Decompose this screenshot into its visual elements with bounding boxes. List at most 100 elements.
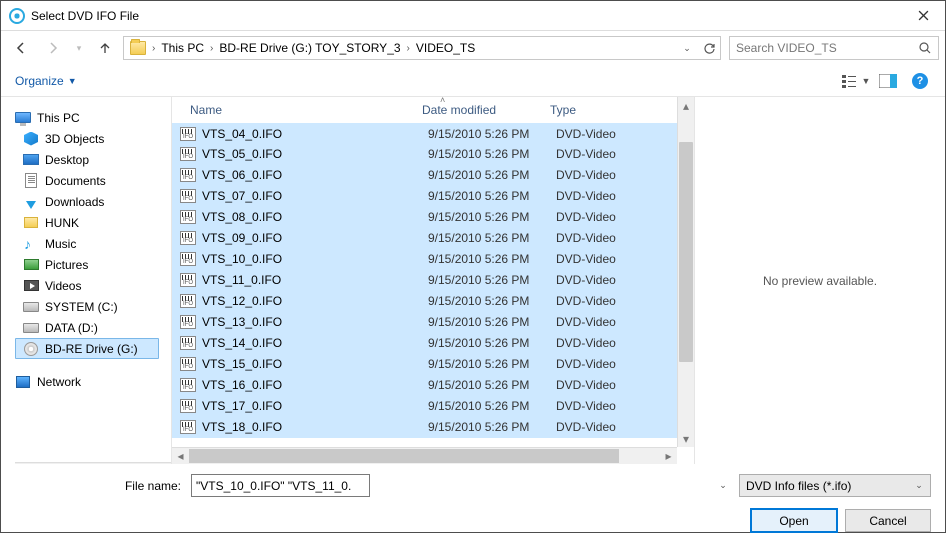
hdd-icon [23, 323, 39, 333]
scroll-right-icon[interactable]: ▸ [660, 448, 677, 464]
nav-item-label: Downloads [45, 195, 104, 209]
chevron-down-icon: ⌄ [915, 480, 923, 491]
nav-item[interactable]: Documents [15, 170, 171, 191]
disc-icon [24, 342, 38, 356]
file-row[interactable]: VTS_09_0.IFO9/15/2010 5:26 PMDVD-Video [172, 228, 694, 249]
vid-icon [24, 280, 39, 291]
ifo-file-icon [180, 378, 196, 392]
file-name: VTS_08_0.IFO [202, 210, 428, 224]
view-options-button[interactable]: ▼ [841, 69, 871, 93]
nav-network[interactable]: Network [15, 371, 171, 392]
nav-item[interactable]: HUNK [15, 212, 171, 233]
file-row[interactable]: VTS_15_0.IFO9/15/2010 5:26 PMDVD-Video [172, 354, 694, 375]
file-row[interactable]: VTS_18_0.IFO9/15/2010 5:26 PMDVD-Video [172, 417, 694, 438]
nav-item[interactable]: SYSTEM (C:) [15, 296, 171, 317]
chevron-down-icon: ⌄ [719, 480, 727, 491]
crumb-separator: › [208, 43, 215, 54]
arrow-left-icon [14, 41, 28, 55]
address-dropdown[interactable]: ⌄ [676, 37, 698, 59]
nav-item-label: Pictures [45, 258, 88, 272]
file-name: VTS_10_0.IFO [202, 252, 428, 266]
crumb-folder[interactable]: VIDEO_TS [412, 41, 479, 55]
file-name: VTS_14_0.IFO [202, 336, 428, 350]
file-row[interactable]: VTS_08_0.IFO9/15/2010 5:26 PMDVD-Video [172, 207, 694, 228]
file-type: DVD-Video [556, 252, 694, 266]
file-list[interactable]: VTS_04_0.IFO9/15/2010 5:26 PMDVD-VideoVT… [172, 123, 694, 464]
pic-icon [24, 259, 39, 270]
nav-item[interactable]: BD-RE Drive (G:) [15, 338, 159, 359]
nav-item[interactable]: ♪Music [15, 233, 171, 254]
organize-button[interactable]: Organize ▼ [15, 74, 77, 88]
cancel-button[interactable]: Cancel [845, 509, 931, 532]
file-name: VTS_06_0.IFO [202, 168, 428, 182]
ifo-file-icon [180, 315, 196, 329]
hunk-icon [24, 217, 38, 228]
file-date: 9/15/2010 5:26 PM [428, 336, 556, 350]
folder-icon [130, 41, 146, 55]
scroll-down-icon[interactable]: ▾ [678, 430, 694, 447]
file-row[interactable]: VTS_06_0.IFO9/15/2010 5:26 PMDVD-Video [172, 165, 694, 186]
file-date: 9/15/2010 5:26 PM [428, 189, 556, 203]
column-name[interactable]: Name [180, 103, 412, 117]
nav-item[interactable]: Downloads [15, 191, 171, 212]
refresh-button[interactable] [698, 37, 720, 59]
sort-indicator-icon: ˄ [440, 95, 445, 105]
nav-item[interactable]: Videos [15, 275, 171, 296]
chevron-down-icon: ▼ [862, 76, 871, 86]
nav-horizontal-scrollbar[interactable]: ◂ ▸ [15, 462, 171, 464]
nav-item[interactable]: Pictures [15, 254, 171, 275]
nav-item[interactable]: DATA (D:) [15, 317, 171, 338]
preview-pane-button[interactable] [873, 69, 903, 93]
file-row[interactable]: VTS_11_0.IFO9/15/2010 5:26 PMDVD-Video [172, 270, 694, 291]
help-button[interactable]: ? [905, 69, 935, 93]
nav-item-label: HUNK [45, 216, 79, 230]
scroll-thumb[interactable] [679, 142, 693, 362]
nav-item[interactable]: Desktop [15, 149, 171, 170]
nav-this-pc[interactable]: This PC [15, 107, 171, 128]
file-row[interactable]: VTS_12_0.IFO9/15/2010 5:26 PMDVD-Video [172, 291, 694, 312]
main-area: This PC 3D ObjectsDesktopDocuments Downlo… [1, 97, 945, 464]
computer-icon [15, 112, 31, 123]
file-type: DVD-Video [556, 315, 694, 329]
ifo-file-icon [180, 147, 196, 161]
open-button[interactable]: Open [751, 509, 837, 532]
close-button[interactable] [901, 1, 945, 31]
crumb-drive[interactable]: BD-RE Drive (G:) TOY_STORY_3 [215, 41, 404, 55]
filename-dropdown[interactable]: ⌄ [714, 475, 732, 496]
column-type[interactable]: Type [540, 103, 694, 117]
search-input[interactable]: Search VIDEO_TS [729, 36, 939, 60]
file-row[interactable]: VTS_10_0.IFO9/15/2010 5:26 PMDVD-Video [172, 249, 694, 270]
file-row[interactable]: VTS_13_0.IFO9/15/2010 5:26 PMDVD-Video [172, 312, 694, 333]
file-row[interactable]: VTS_05_0.IFO9/15/2010 5:26 PMDVD-Video [172, 144, 694, 165]
crumb-this-pc[interactable]: This PC [157, 41, 208, 55]
preview-empty-text: No preview available. [763, 274, 877, 288]
preview-pane-icon [879, 74, 897, 88]
file-type: DVD-Video [556, 189, 694, 203]
back-button[interactable] [7, 36, 35, 60]
filename-input[interactable] [191, 474, 370, 497]
file-name: VTS_09_0.IFO [202, 231, 428, 245]
file-date: 9/15/2010 5:26 PM [428, 273, 556, 287]
file-row[interactable]: VTS_17_0.IFO9/15/2010 5:26 PMDVD-Video [172, 396, 694, 417]
scroll-left-icon[interactable]: ◂ [172, 448, 189, 464]
ifo-file-icon [180, 399, 196, 413]
recent-dropdown[interactable]: ▾ [71, 36, 87, 60]
address-bar[interactable]: › This PC › BD-RE Drive (G:) TOY_STORY_3… [123, 36, 721, 60]
vertical-scrollbar[interactable]: ▴ ▾ [677, 97, 694, 447]
horizontal-scrollbar[interactable]: ◂ ▸ [172, 447, 677, 464]
scroll-up-icon[interactable]: ▴ [678, 97, 694, 114]
file-type-filter[interactable]: DVD Info files (*.ifo) ⌄ [739, 474, 931, 497]
nav-item[interactable]: 3D Objects [15, 128, 171, 149]
file-row[interactable]: VTS_07_0.IFO9/15/2010 5:26 PMDVD-Video [172, 186, 694, 207]
filter-label: DVD Info files (*.ifo) [746, 479, 851, 493]
file-row[interactable]: VTS_16_0.IFO9/15/2010 5:26 PMDVD-Video [172, 375, 694, 396]
filter-dropdown[interactable]: ⌄ [910, 476, 928, 495]
file-date: 9/15/2010 5:26 PM [428, 252, 556, 266]
file-row[interactable]: VTS_04_0.IFO9/15/2010 5:26 PMDVD-Video [172, 123, 694, 144]
file-row[interactable]: VTS_14_0.IFO9/15/2010 5:26 PMDVD-Video [172, 333, 694, 354]
up-button[interactable] [91, 36, 119, 60]
column-date[interactable]: Date modified [412, 103, 540, 117]
file-type: DVD-Video [556, 273, 694, 287]
forward-button[interactable] [39, 36, 67, 60]
scroll-thumb[interactable] [189, 449, 619, 463]
